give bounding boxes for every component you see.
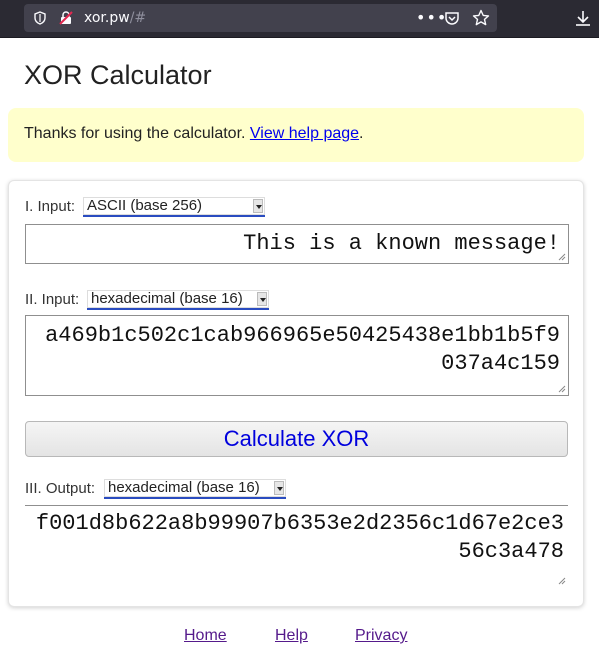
tracking-protection-shield-icon[interactable] (33, 11, 47, 25)
footer-help-link[interactable]: Help (275, 627, 308, 645)
input1-format-select[interactable]: ASCII (base 256) (83, 197, 265, 217)
page-actions-menu-icon[interactable]: ••• (416, 8, 447, 27)
output-format-select[interactable]: hexadecimal (base 16) (104, 479, 286, 499)
insecure-lock-icon[interactable] (58, 10, 74, 26)
notice-suffix: . (359, 125, 364, 142)
output-label: III. Output: (25, 480, 96, 497)
resize-handle-icon[interactable] (556, 383, 566, 393)
chevron-down-icon (274, 481, 284, 495)
input1-label: I. Input: (25, 198, 76, 215)
input2-format-value: hexadecimal (base 16) (91, 290, 243, 307)
output-field[interactable]: f001d8b622a8b99907b6353e2d2356c1d67e2ce3… (25, 505, 568, 587)
browser-toolbar: xor.pw/# ••• (0, 0, 599, 38)
output-format-value: hexadecimal (base 16) (108, 479, 260, 496)
input1-value: This is a known message! (243, 231, 560, 256)
pocket-icon[interactable] (444, 10, 460, 26)
calculate-xor-button[interactable]: Calculate XOR (25, 421, 568, 457)
calculator-card: I. Input: ASCII (base 256) This is a kno… (8, 180, 584, 607)
resize-handle-icon[interactable] (556, 251, 566, 261)
input2-value: a469b1c502c1cab966965e50425438e1bb1b5f90… (45, 323, 560, 376)
footer-home-link[interactable]: Home (184, 627, 227, 645)
input2-field[interactable]: a469b1c502c1cab966965e50425438e1bb1b5f90… (25, 315, 569, 396)
url-text[interactable]: xor.pw/# (84, 9, 146, 27)
input2-format-select[interactable]: hexadecimal (base 16) (87, 290, 269, 310)
help-page-link[interactable]: View help page (250, 125, 359, 142)
thanks-notice: Thanks for using the calculator. View he… (8, 108, 584, 162)
output-value: f001d8b622a8b99907b6353e2d2356c1d67e2ce3… (35, 511, 564, 564)
input2-label: II. Input: (25, 291, 80, 308)
resize-handle-icon[interactable] (556, 575, 566, 585)
chevron-down-icon (257, 292, 267, 306)
input1-field[interactable]: This is a known message! (25, 224, 569, 264)
page-title: XOR Calculator (24, 60, 212, 90)
address-bar[interactable]: xor.pw/# ••• (24, 4, 497, 32)
footer-privacy-link[interactable]: Privacy (355, 627, 407, 645)
chevron-down-icon (253, 199, 263, 213)
bookmark-star-icon[interactable] (472, 9, 490, 27)
download-icon[interactable] (574, 9, 592, 27)
notice-text: Thanks for using the calculator. (24, 125, 250, 142)
input1-format-value: ASCII (base 256) (87, 197, 203, 214)
